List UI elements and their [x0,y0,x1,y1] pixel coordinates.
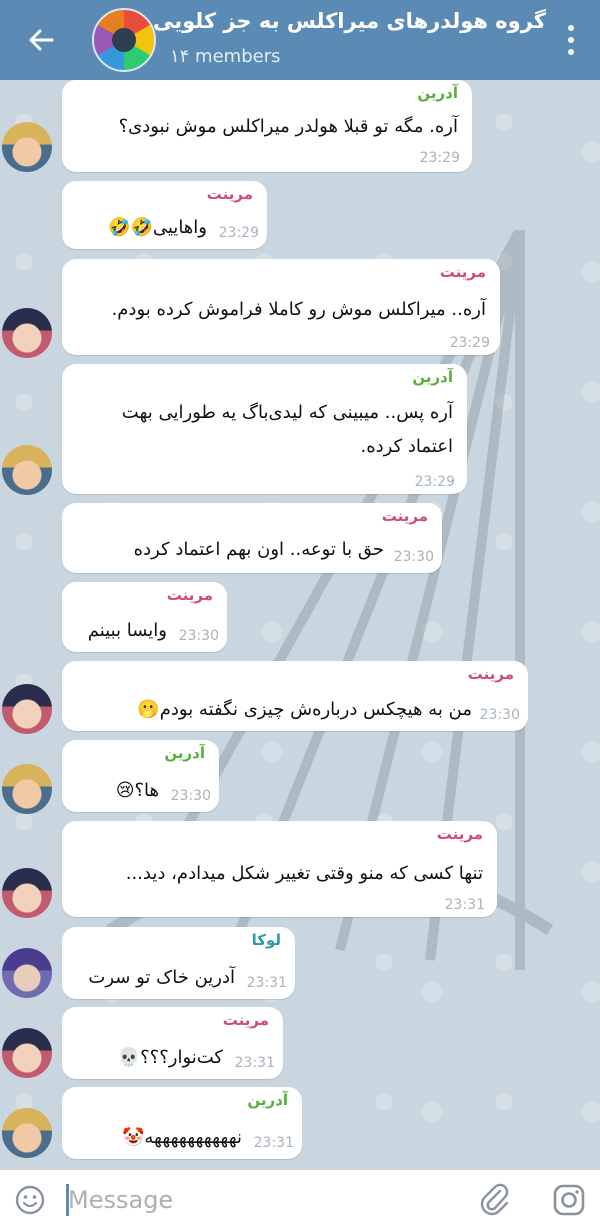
instagram-camera-icon[interactable] [552,1183,586,1217]
paperclip-icon[interactable] [478,1182,512,1216]
message-bubble[interactable]: مرینت تنها کسی که منو وقتی تغییر شکل مید… [62,821,497,917]
message-bubble[interactable]: مرینت وایسا ببینم 23:30 [62,582,227,652]
message-time: 23:30 [178,628,219,644]
message-text-line: اعتماد کرده. [360,436,453,457]
message-bubble[interactable]: مرینت کت‌نوار؟؟؟💀 23:31 [62,1007,283,1079]
message-time: 23:29 [449,335,490,351]
sender-name[interactable]: آدرین [164,744,205,762]
message-bubble[interactable]: مرینت واهاییی🤣🤣 23:29 [62,181,267,249]
message-time: 23:30 [393,549,434,565]
message-bubble[interactable]: آدرین آره. مگه تو قبلا هولدر میراکلس موش… [62,80,472,172]
message-text: تنها کسی که منو وقتی تغییر شکل میدادم، د… [125,863,483,884]
avatar-marinette[interactable] [2,1028,52,1078]
message-text: ها؟😢 [115,780,159,801]
message-time: 23:31 [444,897,485,913]
message-time: 23:29 [218,225,259,241]
chat-title[interactable]: گروه هولدرهای میراکلس به جز کلویی [153,9,546,33]
message-time: 23:30 [170,788,211,804]
avatar-adrien[interactable] [2,764,52,814]
sender-name[interactable]: مرینت [167,586,213,604]
message-time: 23:31 [234,1055,275,1071]
message-bubble[interactable]: آدرین آره پس.. میبینی که لیدی‌باگ یه طور… [62,364,467,494]
emoji-icon[interactable] [14,1184,46,1216]
message-text: نههههههههههه🤡 [121,1127,242,1148]
message-bubble[interactable]: لوکا آدرین خاک تو سرت 23:31 [62,927,295,999]
avatar-marinette[interactable] [2,868,52,918]
sender-name[interactable]: مرینت [382,507,428,525]
avatar-luka[interactable] [2,948,52,998]
message-text-line: آره پس.. میبینی که لیدی‌باگ یه طورایی به… [121,402,453,423]
message-bubble[interactable]: مرینت حق با توعه.. اون بهم اعتماد کرده 2… [62,503,442,573]
message-input[interactable] [66,1178,460,1222]
avatar-adrien[interactable] [2,445,52,495]
back-arrow-icon[interactable] [22,20,62,60]
sender-name[interactable]: آدرین [417,84,458,102]
vertical-dots-icon[interactable] [566,22,576,58]
avatar-adrien[interactable] [2,122,52,172]
message-text: وایسا ببینم [87,620,167,641]
avatar-adrien[interactable] [2,1108,52,1158]
sender-name[interactable]: مرینت [440,263,486,281]
sender-name[interactable]: مرینت [468,665,514,683]
message-input-bar [0,1170,600,1228]
message-time: 23:29 [414,474,455,490]
message-bubble[interactable]: آدرین ها؟😢 23:30 [62,740,219,812]
sender-name[interactable]: مرینت [223,1011,269,1029]
message-bubble[interactable]: مرینت آره.. میراکلس موش رو کاملا فراموش … [62,259,500,355]
sender-name[interactable]: آدرین [247,1091,288,1109]
message-text: آره. مگه تو قبلا هولدر میراکلس موش نبودی… [118,116,458,137]
message-time: 23:31 [246,975,287,991]
message-bubble[interactable]: مرینت من به هیچکس دربارەش چیزی نگفته بود… [62,661,528,731]
message-text: واهاییی🤣🤣 [108,217,207,238]
message-bubble[interactable]: آدرین نههههههههههه🤡 23:31 [62,1087,302,1159]
chat-header: گروه هولدرهای میراکلس به جز کلویی ۱۴ mem… [0,0,600,80]
avatar-marinette[interactable] [2,308,52,358]
message-time: 23:31 [253,1135,294,1151]
message-text: آدرین خاک تو سرت [88,967,235,988]
message-text: حق با توعه.. اون بهم اعتماد کرده [133,539,384,560]
sender-name[interactable]: آدرین [412,368,453,386]
message-time: 23:29 [419,150,460,166]
avatar-marinette[interactable] [2,684,52,734]
member-count: ۱۴ members [170,46,281,67]
message-text: من به هیچکس دربارەش چیزی نگفته بودم🫢 [137,699,472,720]
message-text: کت‌نوار؟؟؟💀 [117,1047,223,1068]
message-time: 23:30 [479,707,520,723]
sender-name[interactable]: مرینت [207,185,253,203]
sender-name[interactable]: لوکا [252,931,281,949]
sender-name[interactable]: مرینت [437,825,483,843]
group-avatar[interactable] [92,8,156,72]
message-text: آره.. میراکلس موش رو کاملا فراموش کرده ب… [111,299,486,320]
